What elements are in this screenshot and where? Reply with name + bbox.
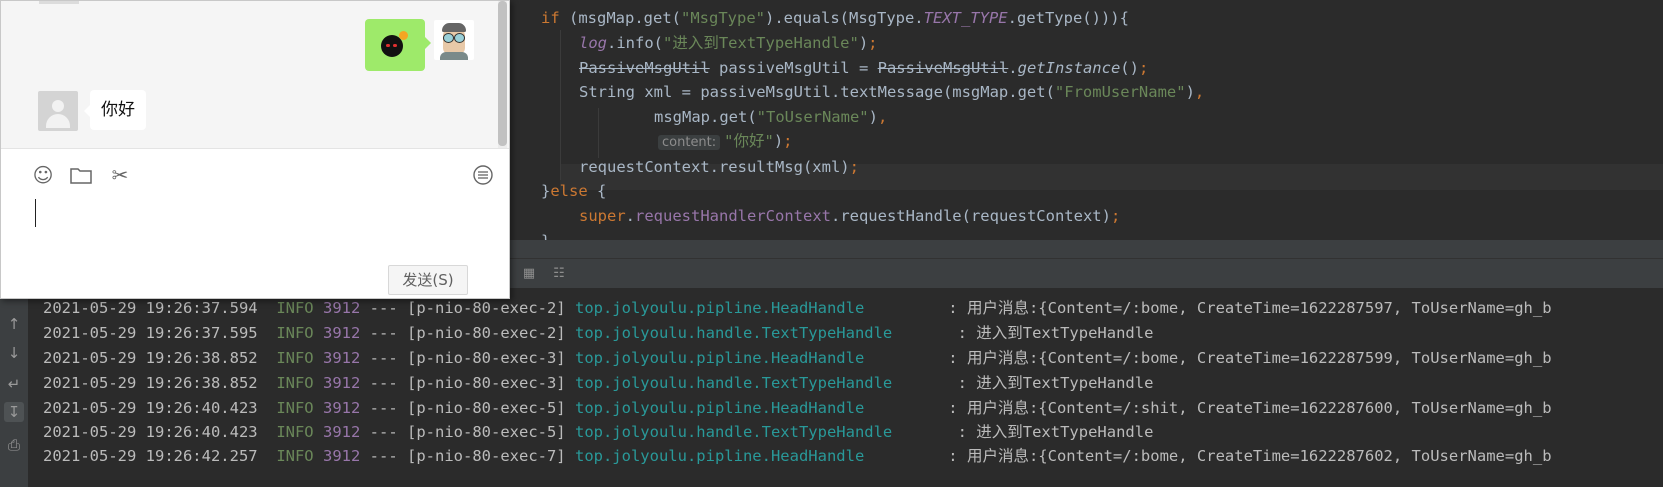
text-cursor (35, 199, 36, 227)
code-line-8: }else { (541, 182, 607, 200)
code-line-1: if (msgMap.get("MsgType").equals(MsgType… (541, 9, 1129, 27)
message-compose-area[interactable]: ☺ ✂ 发送(S) (1, 148, 509, 298)
emoji-icon[interactable]: ☺ (31, 163, 55, 187)
log-row: 2021-05-29 19:26:38.852 INFO 3912 --- [p… (43, 349, 1552, 367)
my-avatar[interactable] (434, 20, 474, 60)
print-icon[interactable]: ⎙ (4, 435, 24, 455)
log-row: 2021-05-29 19:26:37.594 INFO 3912 --- [p… (43, 299, 1552, 317)
code-line-3: PassiveMsgUtil passiveMsgUtil = PassiveM… (579, 59, 1149, 77)
code-line-6: content: "你好"); (658, 128, 793, 154)
message-scrollbar[interactable] (498, 1, 507, 148)
contact-avatar[interactable] (38, 91, 78, 131)
scroll-down-icon[interactable]: ↓ (4, 343, 24, 363)
log-row: 2021-05-29 19:26:40.423 INFO 3912 --- [p… (43, 399, 1552, 417)
scroll-up-icon[interactable]: ↑ (4, 314, 24, 334)
scroll-thumb[interactable] (498, 1, 507, 146)
table-view-icon[interactable]: ▦ (521, 267, 537, 281)
code-line-9: super.requestHandlerContext.requestHandl… (579, 207, 1121, 225)
message-list[interactable]: 你好 (1, 1, 509, 148)
chat-history-icon[interactable] (471, 163, 495, 187)
indent-guide (598, 108, 599, 158)
send-button[interactable]: 发送(S) (388, 265, 468, 295)
chat-window: 你好 ☺ ✂ 发送(S) (0, 0, 510, 299)
log-row: 2021-05-29 19:26:38.852 INFO 3912 --- [p… (43, 374, 1154, 392)
previous-message-edge (39, 1, 79, 4)
code-line-7: requestContext.resultMsg(xml); (579, 158, 859, 176)
indent-guide (560, 30, 561, 180)
scroll-to-end-icon[interactable]: ↧ (4, 402, 24, 422)
code-line-5: msgMap.get("ToUserName"), (654, 108, 888, 126)
code-line-4: String xml = passiveMsgUtil.textMessage(… (579, 83, 1205, 101)
received-message-bubble[interactable]: 你好 (90, 90, 146, 130)
bubble-tail (425, 37, 431, 49)
soft-wrap-icon[interactable]: ↵ (4, 374, 24, 394)
layout-settings-icon[interactable]: ☷ (551, 267, 567, 281)
log-row: 2021-05-29 19:26:37.595 INFO 3912 --- [p… (43, 324, 1154, 342)
parameter-hint: content: (658, 135, 721, 150)
scissors-icon[interactable]: ✂ (108, 163, 132, 187)
log-row: 2021-05-29 19:26:40.423 INFO 3912 --- [p… (43, 423, 1154, 441)
fuse-spark-icon (399, 31, 408, 40)
folder-icon[interactable] (69, 163, 93, 187)
console-side-toolbar: ↑ ↓ ↵ ↧ ⎙ (0, 288, 28, 487)
log-row: 2021-05-29 19:26:42.257 INFO 3912 --- [p… (43, 447, 1552, 465)
sent-sticker-bubble[interactable] (365, 19, 425, 71)
run-console[interactable]: ↑ ↓ ↵ ↧ ⎙ 2021-05-29 19:26:37.594 INFO 3… (0, 288, 1663, 487)
code-line-2: log.info("进入到TextTypeHandle"); (579, 34, 878, 52)
